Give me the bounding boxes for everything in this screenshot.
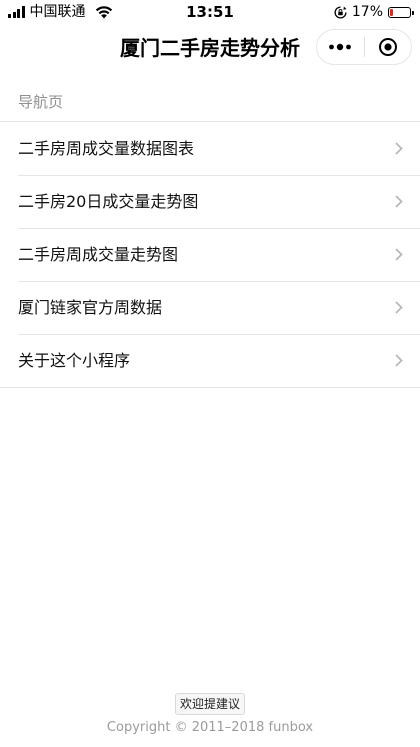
mini-program-capsule [316,29,412,65]
menu-item-weekly-trend[interactable]: 二手房周成交量走势图 [0,228,420,281]
status-bar: 中国联通 13:51 17% [0,0,420,24]
more-button[interactable] [317,30,364,64]
section-title: 导航页 [18,93,64,111]
menu-item-label: 二手房周成交量数据图表 [18,139,195,158]
battery-level-fill [390,8,393,16]
menu-item-label: 关于这个小程序 [18,351,131,370]
chevron-right-icon [395,142,403,155]
chevron-right-icon [395,301,403,314]
chevron-right-icon [395,354,403,367]
menu-item-20day-trend[interactable]: 二手房20日成交量走势图 [0,175,420,228]
close-button[interactable] [365,30,412,64]
menu-item-lianjia-weekly-data[interactable]: 厦门链家官方周数据 [0,281,420,334]
menu-item-about[interactable]: 关于这个小程序 [0,334,420,387]
menu-item-label: 二手房20日成交量走势图 [18,192,199,211]
menu-item-label: 二手房周成交量走势图 [18,245,179,264]
more-dots-icon [329,43,352,51]
nav-menu-list: 二手房周成交量数据图表 二手房20日成交量走势图 二手房周成交量走势图 厦门链家… [0,121,420,388]
feedback-button[interactable]: 欢迎提建议 [174,693,245,715]
status-bar-right: 17% [334,3,414,21]
menu-item-weekly-volume-table[interactable]: 二手房周成交量数据图表 [0,122,420,175]
battery-percent: 17% [351,4,383,20]
copyright-text: Copyright © 2011–2018 funbox [106,720,314,735]
battery-icon [388,6,414,18]
circle-close-icon [378,38,397,56]
orientation-lock-icon [334,5,347,19]
footer: 欢迎提建议 Copyright © 2011–2018 funbox [0,693,420,737]
menu-item-label: 厦门链家官方周数据 [18,298,163,317]
chevron-right-icon [395,248,403,261]
nav-bar: 厦门二手房走势分析 [0,24,420,72]
chevron-right-icon [395,195,403,208]
